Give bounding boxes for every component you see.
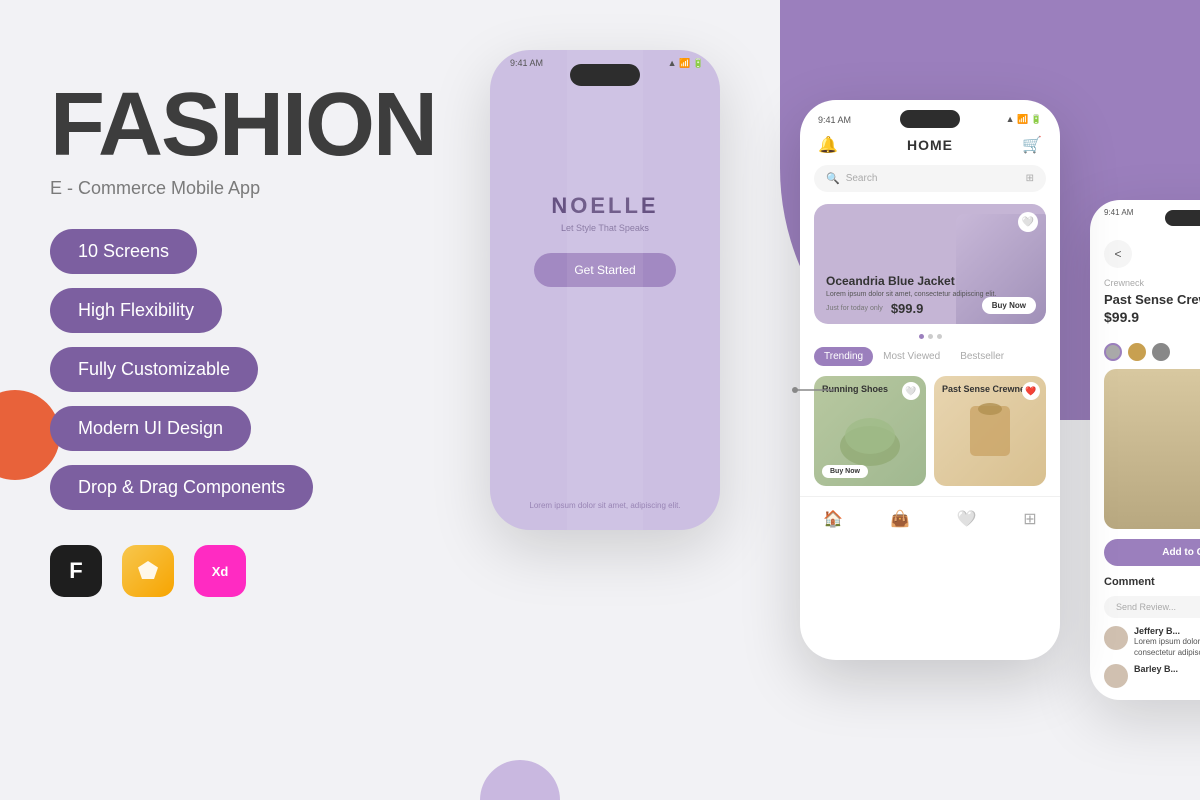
search-placeholder-text: Search	[846, 173, 878, 184]
back-button[interactable]: <	[1104, 240, 1132, 268]
phone-2-status-icons: ▲ 📶 🔋	[1006, 114, 1042, 125]
comment-item-1: Jeffery B... Lorem ipsum dolor sit amet,…	[1104, 626, 1200, 658]
phone-3-price: $99.9	[1104, 309, 1200, 325]
comment-user-2: Barley B...	[1134, 664, 1178, 674]
phone-2-nav: 🏠 👜 🤍 ⊞	[800, 496, 1060, 537]
phone-3-product-image	[1104, 369, 1200, 529]
stripe-1	[490, 50, 567, 530]
figma-icon: F	[50, 545, 102, 597]
tab-trending[interactable]: Trending	[814, 347, 873, 366]
product-2-heart: ❤️	[1022, 382, 1040, 400]
phone-2-header: 🔔 HOME 🛒	[800, 135, 1060, 165]
swatch-gold[interactable]	[1128, 343, 1146, 361]
banner-price-row: Just for today only $99.9	[826, 301, 996, 316]
tab-bestseller[interactable]: Bestseller	[950, 347, 1014, 366]
banner-text: Oceandria Blue Jacket Lorem ipsum dolor …	[814, 266, 1008, 324]
comment-item-2: Barley B...	[1104, 664, 1200, 688]
badge-drag-drop: Drop & Drag Components	[50, 465, 313, 510]
product-1-heart: 🤍	[902, 382, 920, 400]
phone-3-notch	[1165, 210, 1200, 226]
nav-grid-icon[interactable]: ⊞	[1023, 509, 1036, 529]
badge-flexibility: High Flexibility	[50, 288, 222, 333]
phone-2-search[interactable]: 🔍 Search ⊞	[814, 165, 1046, 192]
phone-1-status-right: ▲ 📶 🔋	[668, 58, 704, 69]
phone-2-time: 9:41 AM	[818, 115, 851, 125]
comment-content-1: Jeffery B... Lorem ipsum dolor sit amet,…	[1134, 626, 1200, 658]
left-panel: FASHION E - Commerce Mobile App 10 Scree…	[50, 80, 436, 597]
stripe-2	[567, 50, 644, 530]
subtitle: E - Commerce Mobile App	[50, 178, 436, 199]
nav-heart-icon[interactable]: 🤍	[957, 509, 977, 529]
phone-1-footer: Lorem ipsum dolor sit amet, adipiscing e…	[529, 501, 680, 510]
tab-most-viewed[interactable]: Most Viewed	[873, 347, 950, 366]
tool-icons: F Xd	[50, 545, 436, 597]
phone-1-stripes	[490, 50, 720, 530]
badge-screens: 10 Screens	[50, 229, 197, 274]
banner-title: Oceandria Blue Jacket	[826, 274, 996, 288]
badge-ui-design: Modern UI Design	[50, 406, 251, 451]
product-1-cta[interactable]: Buy Now	[822, 465, 868, 478]
dot-2	[928, 334, 933, 339]
banner-price-label: Just for today only	[826, 305, 883, 312]
comment-avatar-1	[1104, 626, 1128, 650]
banner-desc: Lorem ipsum dolor sit amet, consectetur …	[826, 291, 996, 298]
phone-2-nav-title: HOME	[907, 137, 953, 153]
dot-3	[937, 334, 942, 339]
phone-2-mockup: 9:41 AM ▲ 📶 🔋 🔔 HOME 🛒 🔍 Search ⊞ Oceand…	[800, 100, 1060, 660]
phone-3-model-shape	[1104, 369, 1200, 529]
phone-3-mockup: 9:41 AM ▲ 📶 🔋 < Crewneck Past Sense Crew…	[1090, 200, 1200, 700]
nav-bag-icon[interactable]: 👜	[890, 509, 910, 529]
swatch-dark[interactable]	[1152, 343, 1170, 361]
product-card-1: Running Shoes 🤍 Buy Now	[814, 376, 926, 486]
phone-1-mockup: 9:41 AM ▲ 📶 🔋 NOELLE Let Style That Spea…	[490, 50, 720, 530]
product-1-label: Running Shoes	[822, 384, 888, 394]
search-icon: 🔍	[826, 172, 840, 185]
banner-price: $99.9	[891, 301, 924, 316]
main-title: FASHION	[50, 80, 436, 170]
xd-icon: Xd	[194, 545, 246, 597]
comment-user-1: Jeffery B...	[1134, 626, 1200, 636]
comment-section: Comment Send Review... Jeffery B... Lore…	[1090, 566, 1200, 700]
cart-icon: 🛒	[1022, 135, 1042, 155]
comment-avatar-2	[1104, 664, 1128, 688]
phone-3-product-name: Past Sense Crewneck	[1104, 292, 1200, 309]
badge-customizable: Fully Customizable	[50, 347, 258, 392]
comment-text-1: Lorem ipsum dolor sit amet, consectetur …	[1134, 636, 1200, 658]
phone-2-products: Running Shoes 🤍 Buy Now Past Sense Crewn…	[800, 376, 1060, 486]
phone-3-time: 9:41 AM	[1104, 208, 1133, 217]
bell-icon: 🔔	[818, 135, 838, 155]
phone-2-tabs: Trending Most Viewed Bestseller	[800, 347, 1060, 366]
product-card-2: Past Sense Crewneck ❤️	[934, 376, 1046, 486]
comment-content-2: Barley B...	[1134, 664, 1178, 688]
phone-2-notch	[900, 110, 960, 128]
phone-3-swatches	[1104, 343, 1200, 361]
phone-3-category: Crewneck	[1104, 278, 1200, 288]
banner-dots	[800, 334, 1060, 339]
badge-list: 10 Screens High Flexibility Fully Custom…	[50, 229, 436, 510]
phone-1-notch	[570, 64, 640, 86]
phone-1-time: 9:41 AM	[510, 58, 543, 68]
filter-icon: ⊞	[1026, 173, 1034, 184]
add-to-cart-button[interactable]: Add to Ca...	[1104, 539, 1200, 566]
nav-home-icon[interactable]: 🏠	[823, 509, 843, 529]
banner-heart-icon: 🤍	[1018, 212, 1038, 232]
swatch-gray[interactable]	[1104, 343, 1122, 361]
dot-1	[919, 334, 924, 339]
review-input[interactable]: Send Review...	[1104, 596, 1200, 618]
comment-title: Comment	[1104, 576, 1200, 588]
phone-2-banner: Oceandria Blue Jacket Lorem ipsum dolor …	[814, 204, 1046, 324]
bg-small-circle	[480, 760, 560, 800]
sketch-icon	[122, 545, 174, 597]
stripe-3	[643, 50, 720, 530]
